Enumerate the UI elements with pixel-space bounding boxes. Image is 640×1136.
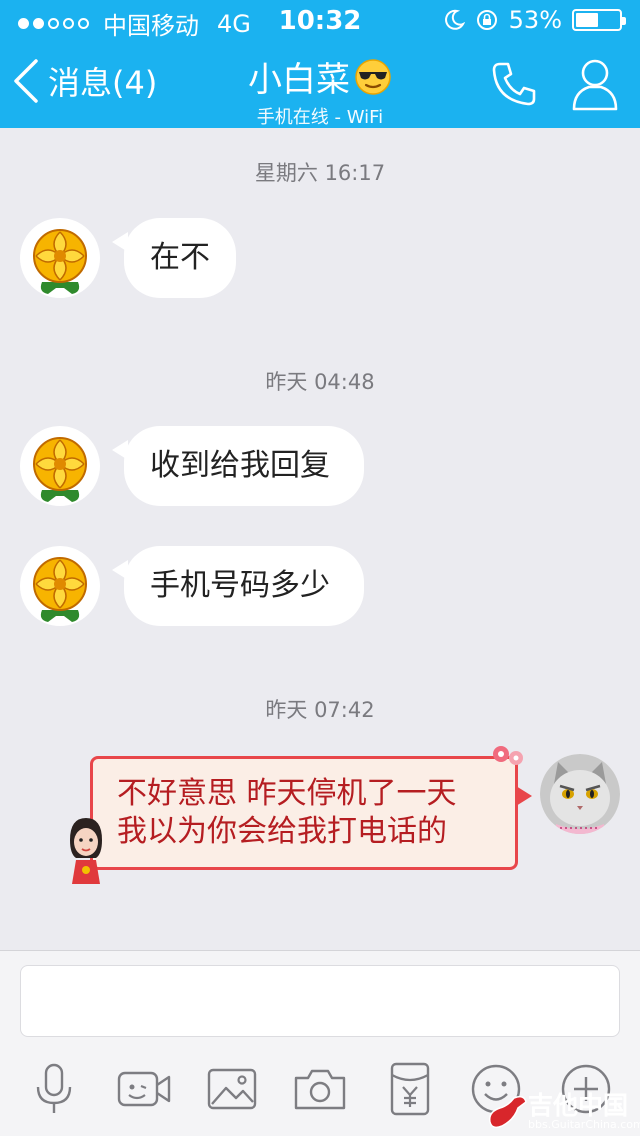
red-packet-icon[interactable]: [382, 1061, 438, 1117]
message-bubble[interactable]: 手机号码多少: [112, 546, 364, 626]
chat-header: 中国移动 4G 10:32 53% 消息(4) 小白菜 手机在线 - WiFi: [0, 0, 640, 128]
battery-icon: [572, 9, 626, 31]
cabbage-flower-avatar-icon: [33, 229, 87, 294]
bubble-tail: [516, 786, 532, 806]
microphone-icon[interactable]: [26, 1061, 82, 1117]
watermark: 吉他中国 bbs.GuitarChina.com: [488, 1086, 640, 1136]
message-line: 不好意思 昨天停机了一天: [117, 776, 457, 811]
message-bubble[interactable]: 收到给我回复: [112, 426, 364, 506]
phone-icon: [492, 62, 536, 106]
message-input[interactable]: [20, 965, 620, 1037]
watermark-title: 吉他中国: [528, 1091, 629, 1120]
timestamp: 昨天 07:42: [265, 698, 375, 722]
moon-icon: [444, 9, 465, 30]
timestamp: 星期六 16:17: [254, 161, 386, 185]
call-button[interactable]: [490, 60, 538, 112]
message-line: 我以为你会给我打电话的: [117, 814, 447, 849]
cabbage-flower-avatar-icon: [33, 437, 87, 502]
status-bar: 中国移动 4G 10:32 53%: [0, 0, 640, 40]
contact-profile-button[interactable]: [570, 56, 620, 116]
message-bubble[interactable]: 在不: [112, 218, 236, 298]
rotation-lock-icon: [476, 10, 497, 30]
girl-sticker-icon: [70, 818, 102, 884]
cabbage-flower-avatar-icon: [33, 557, 87, 622]
timestamp: 昨天 04:48: [265, 370, 375, 394]
my-avatar[interactable]: [540, 754, 620, 834]
contact-avatar[interactable]: [20, 218, 100, 298]
image-icon[interactable]: [204, 1061, 260, 1117]
sunglasses-emoji-icon: [355, 58, 391, 95]
battery-percent: 53%: [508, 6, 562, 34]
chat-title: 小白菜: [248, 52, 392, 101]
status-right: 53%: [443, 6, 626, 34]
sent-message-bubble[interactable]: 不好意思 昨天停机了一天 我以为你会给我打电话的: [90, 756, 518, 870]
cat-avatar-icon: [540, 754, 620, 834]
video-call-icon[interactable]: [116, 1061, 172, 1117]
flower-ornament-icon: [493, 746, 523, 765]
contact-avatar[interactable]: [20, 546, 100, 626]
contact-avatar[interactable]: [20, 426, 100, 506]
watermark-url: bbs.GuitarChina.com: [528, 1118, 640, 1131]
battery-fill: [576, 13, 598, 27]
chat-title-area: 小白菜 手机在线 - WiFi: [0, 52, 640, 129]
online-status: 手机在线 - WiFi: [256, 107, 384, 128]
camera-icon[interactable]: [292, 1061, 348, 1117]
guitar-logo-icon: [488, 1095, 527, 1129]
person-icon: [572, 59, 618, 111]
contact-name: 小白菜: [248, 60, 350, 100]
